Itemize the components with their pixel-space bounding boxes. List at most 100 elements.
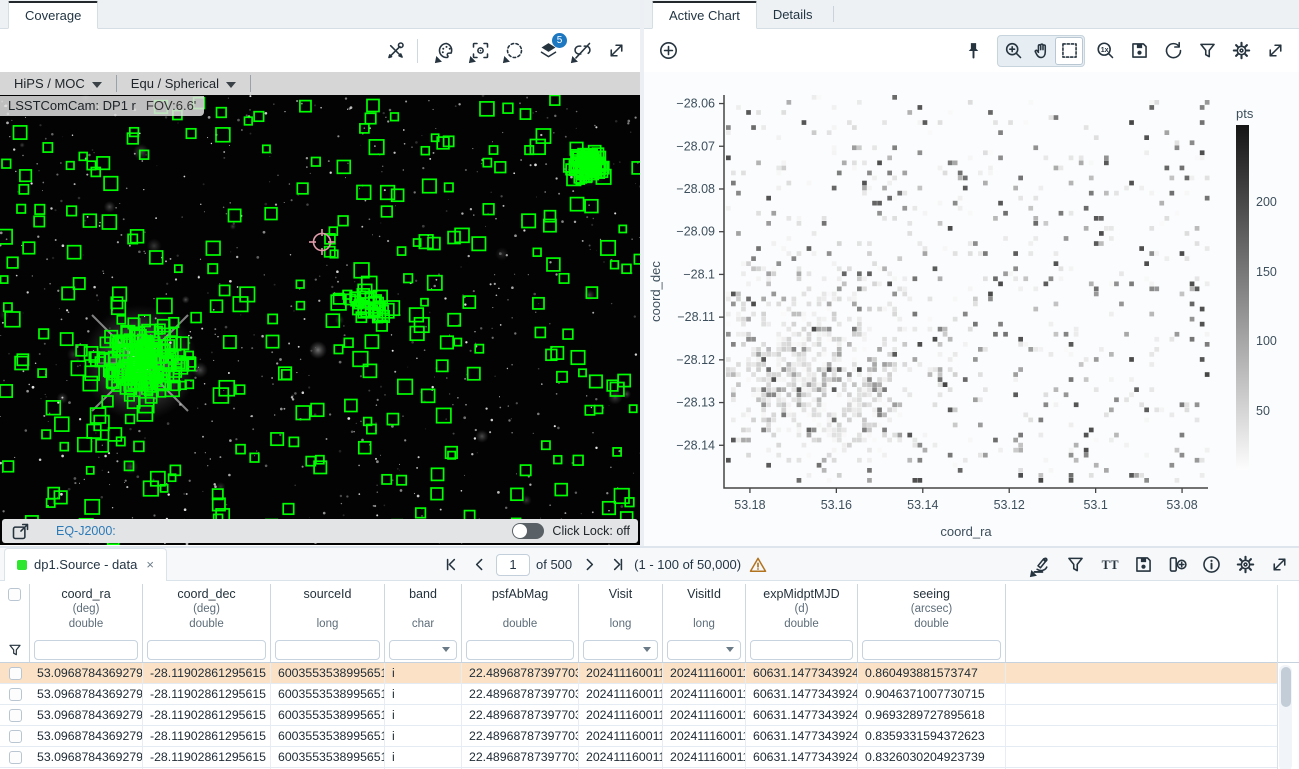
- filter-input-expMidptMJD[interactable]: [750, 640, 853, 660]
- hide-overlays-icon[interactable]: [568, 37, 596, 65]
- row-checkbox-cell: [0, 705, 30, 725]
- table-cell: 22.489687873977033: [462, 684, 579, 704]
- text-view-icon[interactable]: TT: [1095, 551, 1123, 579]
- table-cell: 600355353899565160: [271, 663, 385, 683]
- row-checkbox[interactable]: [9, 709, 22, 722]
- column-header-band[interactable]: band char: [385, 584, 462, 637]
- tools-icon[interactable]: [381, 37, 409, 65]
- starfield-with-source-markers[interactable]: [0, 95, 640, 545]
- table-scrollbar[interactable]: [1279, 665, 1292, 769]
- chart-toolbar: [644, 29, 1299, 72]
- table-settings-icon[interactable]: [1231, 551, 1259, 579]
- table-row[interactable]: 53.09687843692796-28.1190286129561560035…: [0, 663, 1277, 684]
- layers-icon[interactable]: 5: [534, 37, 562, 65]
- fov-label: FOV:6.6': [146, 98, 196, 113]
- filter-select-band[interactable]: [389, 640, 457, 660]
- next-page-icon[interactable]: [578, 554, 600, 576]
- svg-text:50: 50: [1256, 404, 1270, 418]
- column-header-psfAbMag[interactable]: psfAbMag double: [462, 584, 579, 637]
- firefly-app: Coverage 5 HiPS / MOC Equ / Spherical: [0, 0, 1299, 769]
- column-header-sourceId[interactable]: sourceId long: [271, 584, 385, 637]
- table-tab-label: dp1.Source - data: [34, 557, 137, 572]
- svg-text:53.1: 53.1: [1083, 498, 1107, 512]
- table-body: 53.09687843692796-28.1190286129561560035…: [0, 663, 1299, 769]
- select-mode-icon[interactable]: [1055, 37, 1083, 65]
- column-header-coord_ra[interactable]: coord_ra(deg)double: [30, 584, 143, 637]
- density-heatmap-chart[interactable]: −28.06−28.07−28.08−28.09−28.1−28.11−28.1…: [644, 72, 1295, 546]
- row-checkbox-cell: [0, 726, 30, 746]
- recenter-icon[interactable]: [466, 37, 494, 65]
- table-cell: 2024111600111: [663, 684, 746, 704]
- filter-chart-icon[interactable]: [1193, 37, 1221, 65]
- close-table-icon[interactable]: ×: [146, 557, 154, 572]
- table-tab[interactable]: dp1.Source - data ×: [4, 548, 167, 581]
- page-input[interactable]: [496, 554, 530, 576]
- click-lock-toggle[interactable]: [512, 523, 544, 539]
- save-table-icon[interactable]: [1129, 551, 1157, 579]
- warning-icon[interactable]: [747, 554, 769, 576]
- select-region-icon[interactable]: [500, 37, 528, 65]
- column-header-expMidptMJD[interactable]: expMidptMJD(d)double: [746, 584, 858, 637]
- select-all-checkbox[interactable]: [8, 588, 21, 601]
- table-popout-options-icon[interactable]: [1027, 551, 1055, 579]
- column-header-Visit[interactable]: Visit long: [579, 584, 663, 637]
- filter-row-icon[interactable]: [7, 642, 23, 658]
- table-filter-icon[interactable]: [1061, 551, 1089, 579]
- first-page-icon[interactable]: [440, 554, 462, 576]
- svg-text:53.16: 53.16: [821, 498, 852, 512]
- filter-cell-seeing: [858, 637, 1006, 662]
- last-page-icon[interactable]: [606, 554, 628, 576]
- toolbar-divider: [417, 39, 418, 63]
- expand-chart-icon[interactable]: [1261, 37, 1289, 65]
- filter-input-sourceId[interactable]: [275, 640, 380, 660]
- hips-moc-dropdown[interactable]: HiPS / MOC: [0, 72, 116, 95]
- row-checkbox[interactable]: [9, 667, 22, 680]
- filter-input-coord_ra[interactable]: [34, 640, 138, 660]
- table-cell: 2024111600111: [579, 726, 663, 746]
- table-row[interactable]: 53.09687843692796-28.1190286129561560035…: [0, 705, 1277, 726]
- column-header-VisitId[interactable]: VisitId long: [663, 584, 746, 637]
- zoom-mode-icon[interactable]: [999, 37, 1027, 65]
- pan-mode-icon[interactable]: [1027, 37, 1055, 65]
- projection-dropdown[interactable]: Equ / Spherical: [117, 72, 250, 95]
- row-checkbox[interactable]: [9, 751, 22, 764]
- filter-select-Visit[interactable]: [583, 640, 658, 660]
- tab-details[interactable]: Details: [757, 0, 829, 28]
- save-chart-icon[interactable]: [1125, 37, 1153, 65]
- tab-coverage[interactable]: Coverage: [8, 1, 98, 29]
- column-header-coord_dec[interactable]: coord_dec(deg)double: [143, 584, 271, 637]
- tab-active-chart[interactable]: Active Chart: [652, 1, 757, 29]
- popout-image-icon[interactable]: [6, 517, 34, 545]
- table-row[interactable]: 53.09687843692796-28.1190286129561560035…: [0, 684, 1277, 705]
- table-row[interactable]: 53.09687843692796-28.1190286129561560035…: [0, 726, 1277, 747]
- filter-input-coord_dec[interactable]: [147, 640, 266, 660]
- chart-settings-icon[interactable]: [1227, 37, 1255, 65]
- restore-chart-icon[interactable]: [1159, 37, 1187, 65]
- svg-text:53.14: 53.14: [907, 498, 938, 512]
- svg-text:−28.1: −28.1: [683, 267, 715, 281]
- table-info-icon[interactable]: [1197, 551, 1225, 579]
- table-row[interactable]: 53.09687843692796-28.1190286129561560035…: [0, 747, 1277, 768]
- filter-input-seeing[interactable]: [862, 640, 1001, 660]
- svg-text:−28.12: −28.12: [676, 353, 715, 367]
- chevron-down-icon: [92, 82, 102, 88]
- column-header-seeing[interactable]: seeing(arcsec)double: [858, 584, 1006, 637]
- filter-input-psfAbMag[interactable]: [466, 640, 574, 660]
- row-checkbox[interactable]: [9, 730, 22, 743]
- color-table-icon[interactable]: [432, 37, 460, 65]
- prev-page-icon[interactable]: [468, 554, 490, 576]
- coordinate-readout-label[interactable]: EQ-J2000:: [56, 524, 116, 538]
- expand-table-icon[interactable]: [1265, 551, 1293, 579]
- filter-select-VisitId[interactable]: [667, 640, 741, 660]
- expand-panel-icon[interactable]: [602, 37, 630, 65]
- add-column-icon[interactable]: [1163, 551, 1191, 579]
- coverage-sky-image[interactable]: LSSTComCam: DP1 r FOV:6.6' EQ-J2000: Cli…: [0, 95, 640, 545]
- row-checkbox[interactable]: [9, 688, 22, 701]
- svg-text:−28.07: −28.07: [676, 139, 715, 153]
- scrollbar-thumb[interactable]: [1281, 667, 1291, 707]
- zoom-original-icon[interactable]: [1091, 37, 1119, 65]
- filter-cell-expMidptMJD: [746, 637, 858, 662]
- add-chart-icon[interactable]: [654, 37, 682, 65]
- pin-chart-icon[interactable]: [959, 37, 987, 65]
- table-status-dot: [17, 560, 27, 570]
